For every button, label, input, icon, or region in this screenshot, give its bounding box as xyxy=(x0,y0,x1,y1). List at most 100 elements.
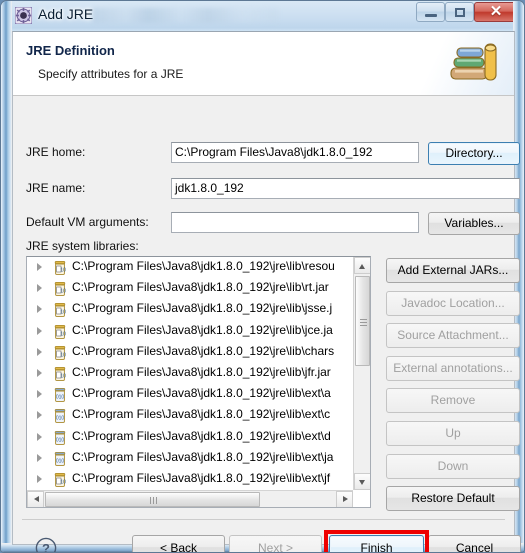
jar-ext-icon: 010 xyxy=(52,430,68,446)
close-button[interactable]: ✕ xyxy=(474,2,518,22)
maximize-icon xyxy=(455,8,465,17)
title-bar[interactable]: Add JRE ✕ xyxy=(1,1,524,31)
next-button: Next > xyxy=(229,535,322,552)
svg-text:010: 010 xyxy=(56,395,65,401)
jre-home-label: JRE home: xyxy=(26,145,86,159)
library-path: C:\Program Files\Java8\jdk1.8.0_192\jre\… xyxy=(72,428,331,443)
library-row[interactable]: 010 C:\Program Files\Java8\jdk1.8.0_192\j… xyxy=(27,448,353,469)
jar-icon: 10 xyxy=(52,302,68,318)
down-button: Down xyxy=(386,453,520,479)
library-row[interactable]: 010 C:\Program Files\Java8\jdk1.8.0_192\j… xyxy=(27,405,353,426)
library-rows-viewport: 10 C:\Program Files\Java8\jdk1.8.0_192\jr… xyxy=(27,257,353,490)
vm-arguments-label: Default VM arguments: xyxy=(26,215,149,229)
back-button[interactable]: < Back xyxy=(132,535,225,552)
svg-text:10: 10 xyxy=(60,310,66,316)
jre-gear-icon xyxy=(14,6,33,25)
library-path: C:\Program Files\Java8\jdk1.8.0_192\jre\… xyxy=(72,301,333,316)
expand-arrow-icon[interactable] xyxy=(37,474,42,483)
jar-icon: 10 xyxy=(52,472,68,488)
external-annotations-button: External annotations... xyxy=(386,355,520,381)
footer-separator xyxy=(22,519,505,520)
minimize-button[interactable] xyxy=(416,2,445,22)
svg-text:010: 010 xyxy=(56,437,65,443)
up-button: Up xyxy=(386,421,520,446)
library-row[interactable]: 10 C:\Program Files\Java8\jdk1.8.0_192\jr… xyxy=(27,257,353,278)
library-path: C:\Program Files\Java8\jdk1.8.0_192\jre\… xyxy=(72,322,333,337)
library-path: C:\Program Files\Java8\jdk1.8.0_192\jre\… xyxy=(72,407,331,422)
svg-text:10: 10 xyxy=(60,479,66,485)
add-external-jars-button[interactable]: Add External JARs... xyxy=(386,258,520,283)
minimize-icon xyxy=(425,14,437,17)
svg-text:10: 10 xyxy=(60,289,66,295)
list-horizontal-scrollbar[interactable] xyxy=(27,490,353,507)
jar-icon: 10 xyxy=(52,366,68,382)
library-row[interactable]: 10 C:\Program Files\Java8\jdk1.8.0_192\jr… xyxy=(27,363,353,384)
source-attachment-button: Source Attachment... xyxy=(386,323,520,349)
scroll-left-button[interactable] xyxy=(27,491,44,507)
jre-name-input[interactable]: jdk1.8.0_192 xyxy=(171,178,520,199)
jar-icon: 10 xyxy=(52,281,68,297)
library-path: C:\Program Files\Java8\jdk1.8.0_192\jre\… xyxy=(72,386,331,401)
svg-text:?: ? xyxy=(42,541,50,553)
window-title: Add JRE xyxy=(38,6,94,22)
library-row[interactable]: 10 C:\Program Files\Java8\jdk1.8.0_192\jr… xyxy=(27,469,353,490)
library-path: C:\Program Files\Java8\jdk1.8.0_192\jre\… xyxy=(72,364,331,379)
dialog-header: JRE Definition Specify attributes for a … xyxy=(13,32,514,96)
library-path: C:\Program Files\Java8\jdk1.8.0_192\jre\… xyxy=(72,470,331,485)
scroll-down-button[interactable] xyxy=(354,473,370,490)
variables-button[interactable]: Variables... xyxy=(428,212,520,235)
expand-arrow-icon[interactable] xyxy=(37,432,42,441)
remove-button: Remove xyxy=(386,388,520,414)
horizontal-scroll-thumb[interactable] xyxy=(45,492,260,507)
library-path: C:\Program Files\Java8\jdk1.8.0_192\jre\… xyxy=(72,449,334,464)
library-path: C:\Program Files\Java8\jdk1.8.0_192\jre\… xyxy=(72,343,335,358)
jre-system-libraries-list[interactable]: 10 C:\Program Files\Java8\jdk1.8.0_192\jr… xyxy=(26,256,371,508)
help-icon[interactable]: ? xyxy=(35,537,57,553)
jar-ext-icon: 010 xyxy=(52,408,68,424)
expand-arrow-icon[interactable] xyxy=(37,284,42,293)
library-row[interactable]: 010 C:\Program Files\Java8\jdk1.8.0_192\j… xyxy=(27,384,353,405)
library-row[interactable]: 10 C:\Program Files\Java8\jdk1.8.0_192\jr… xyxy=(27,299,353,320)
library-row[interactable]: 10 C:\Program Files\Java8\jdk1.8.0_192\jr… xyxy=(27,321,353,342)
expand-arrow-icon[interactable] xyxy=(37,390,42,399)
jar-icon: 10 xyxy=(52,260,68,276)
javadoc-location-button: Javadoc Location... xyxy=(386,290,520,316)
directory-button[interactable]: Directory... xyxy=(428,142,520,165)
add-jre-dialog-window: Add JRE ✕ JRE Definition Specify attribu… xyxy=(0,0,525,553)
svg-text:10: 10 xyxy=(60,352,66,358)
svg-text:010: 010 xyxy=(56,416,65,422)
expand-arrow-icon[interactable] xyxy=(37,453,42,462)
page-subtitle: Specify attributes for a JRE xyxy=(38,67,184,81)
list-vertical-scrollbar[interactable] xyxy=(353,257,370,490)
jre-system-libraries-label: JRE system libraries: xyxy=(26,239,139,253)
scroll-right-button[interactable] xyxy=(336,491,353,507)
vm-arguments-input[interactable] xyxy=(171,212,419,233)
svg-text:10: 10 xyxy=(60,331,66,337)
window-border-left xyxy=(1,1,12,552)
jre-home-input[interactable]: C:\Program Files\Java8\jdk1.8.0_192 xyxy=(171,142,419,163)
books-icon xyxy=(447,38,503,90)
jar-icon: 10 xyxy=(52,324,68,340)
cancel-button[interactable]: Cancel xyxy=(428,535,521,552)
library-row[interactable]: 010 C:\Program Files\Java8\jdk1.8.0_192\j… xyxy=(27,427,353,448)
library-path: C:\Program Files\Java8\jdk1.8.0_192\jre\… xyxy=(72,280,329,295)
scroll-up-button[interactable] xyxy=(354,257,370,274)
library-path: C:\Program Files\Java8\jdk1.8.0_192\jre\… xyxy=(72,259,335,273)
expand-arrow-icon[interactable] xyxy=(37,326,42,335)
expand-arrow-icon[interactable] xyxy=(37,263,42,271)
jar-icon: 10 xyxy=(52,345,68,361)
library-row[interactable]: 10 C:\Program Files\Java8\jdk1.8.0_192\jr… xyxy=(27,278,353,299)
library-row[interactable]: 10 C:\Program Files\Java8\jdk1.8.0_192\jr… xyxy=(27,342,353,363)
vertical-scroll-thumb[interactable] xyxy=(355,276,370,366)
expand-arrow-icon[interactable] xyxy=(37,368,42,377)
page-title: JRE Definition xyxy=(26,43,115,58)
close-icon: ✕ xyxy=(489,3,503,20)
expand-arrow-icon[interactable] xyxy=(37,305,42,314)
svg-text:010: 010 xyxy=(56,458,65,464)
maximize-button[interactable] xyxy=(445,2,474,22)
expand-arrow-icon[interactable] xyxy=(37,347,42,356)
restore-default-button[interactable]: Restore Default xyxy=(386,486,520,512)
jre-name-label: JRE name: xyxy=(26,181,86,195)
title-blurred-path xyxy=(93,8,278,23)
expand-arrow-icon[interactable] xyxy=(37,411,42,420)
